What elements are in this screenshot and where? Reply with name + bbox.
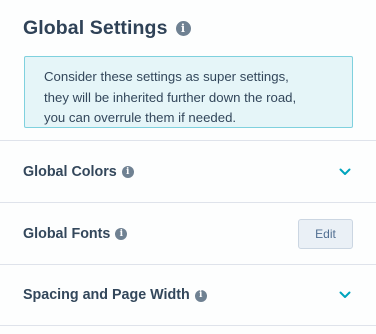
- section-label: Global Fonts: [23, 225, 111, 242]
- global-settings-panel: Global Settings i Consider these setting…: [0, 0, 376, 334]
- chevron-down-icon[interactable]: [339, 168, 351, 176]
- spacing-page-width-section[interactable]: Spacing and Page Width i: [0, 264, 376, 326]
- notice-line: you can overrule them if needed.: [44, 110, 237, 125]
- info-icon[interactable]: i: [115, 228, 128, 240]
- section-title: Global Colors i: [23, 164, 134, 180]
- section-title: Spacing and Page Width i: [23, 287, 207, 303]
- info-notice: Consider these settings as super setting…: [24, 56, 353, 128]
- section-label: Global Colors: [23, 163, 117, 180]
- section-label: Spacing and Page Width: [23, 287, 190, 303]
- section-title: Global Fonts i: [23, 225, 128, 242]
- notice-line: Consider these settings as super setting…: [44, 69, 289, 84]
- chevron-down-icon[interactable]: [339, 291, 351, 299]
- info-icon[interactable]: i: [121, 166, 134, 178]
- global-colors-section[interactable]: Global Colors i: [0, 140, 376, 202]
- panel-header: Global Settings i: [23, 14, 191, 42]
- info-icon[interactable]: i: [175, 21, 191, 36]
- page-title: Global Settings: [23, 16, 168, 39]
- info-icon[interactable]: i: [194, 289, 207, 302]
- global-fonts-section: Global Fonts i Edit: [0, 202, 376, 264]
- edit-button[interactable]: Edit: [298, 219, 353, 249]
- notice-line: they will be inherited further down the …: [44, 89, 297, 105]
